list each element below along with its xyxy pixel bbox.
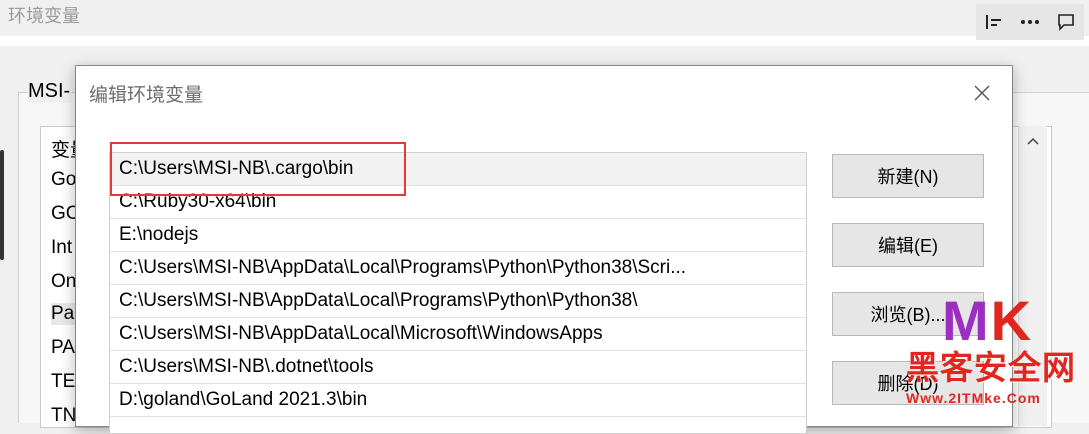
edit-button[interactable]: 编辑(E) [832, 223, 984, 267]
watermark-text: 黑客安全网 [906, 348, 1076, 387]
window-edge [0, 150, 4, 260]
path-row[interactable]: E:\nodejs [110, 219, 806, 252]
list-item[interactable]: PA [51, 337, 75, 359]
path-row[interactable]: C:\Users\MSI-NB\AppData\Local\Programs\P… [110, 252, 806, 285]
list-item[interactable]: Go [51, 169, 76, 191]
window-title: 环境变量 [8, 6, 80, 26]
watermark-url: Www.2ITMke.Com [906, 390, 1041, 406]
comment-icon[interactable] [1056, 12, 1076, 32]
path-row[interactable]: C:\Ruby30-x64\bin [110, 186, 806, 219]
path-row[interactable]: C:\Users\MSI-NB\.dotnet\tools [110, 351, 806, 384]
list-item[interactable]: On [51, 271, 76, 293]
path-list: C:\Users\MSI-NB\.cargo\bin C:\Ruby30-x64… [109, 152, 807, 434]
path-row[interactable]: D:\goland\GoLand 2021.3\bin [110, 384, 806, 417]
scroll-up-icon[interactable] [1019, 126, 1047, 156]
list-item[interactable]: TN [51, 405, 76, 427]
dialog-title: 编辑环境变量 [89, 85, 204, 106]
path-row[interactable]: C:\Users\MSI-NB\.cargo\bin [110, 153, 806, 186]
list-item[interactable]: Int [51, 237, 72, 259]
path-row[interactable]: C:\Users\MSI-NB\AppData\Local\Programs\P… [110, 285, 806, 318]
more-icon[interactable] [1019, 12, 1041, 32]
edit-env-dialog: 编辑环境变量 C:\Users\MSI-NB\.cargo\bin C:\Rub… [75, 65, 1013, 434]
watermark-logo: MK 黑客安全网 Www.2ITMke.Com [904, 290, 1089, 413]
new-button[interactable]: 新建(N) [832, 154, 984, 198]
close-icon[interactable] [969, 80, 995, 106]
title-bar-divider [0, 36, 1089, 46]
watermark-mk: MK [942, 289, 1034, 352]
list-item[interactable]: TE [51, 371, 75, 393]
top-toolbar [976, 4, 1084, 40]
path-row[interactable]: C:\Users\MSI-NB\AppData\Local\Microsoft\… [110, 318, 806, 351]
align-left-icon[interactable] [984, 12, 1004, 32]
user-variables-label: MSI- [28, 80, 73, 103]
